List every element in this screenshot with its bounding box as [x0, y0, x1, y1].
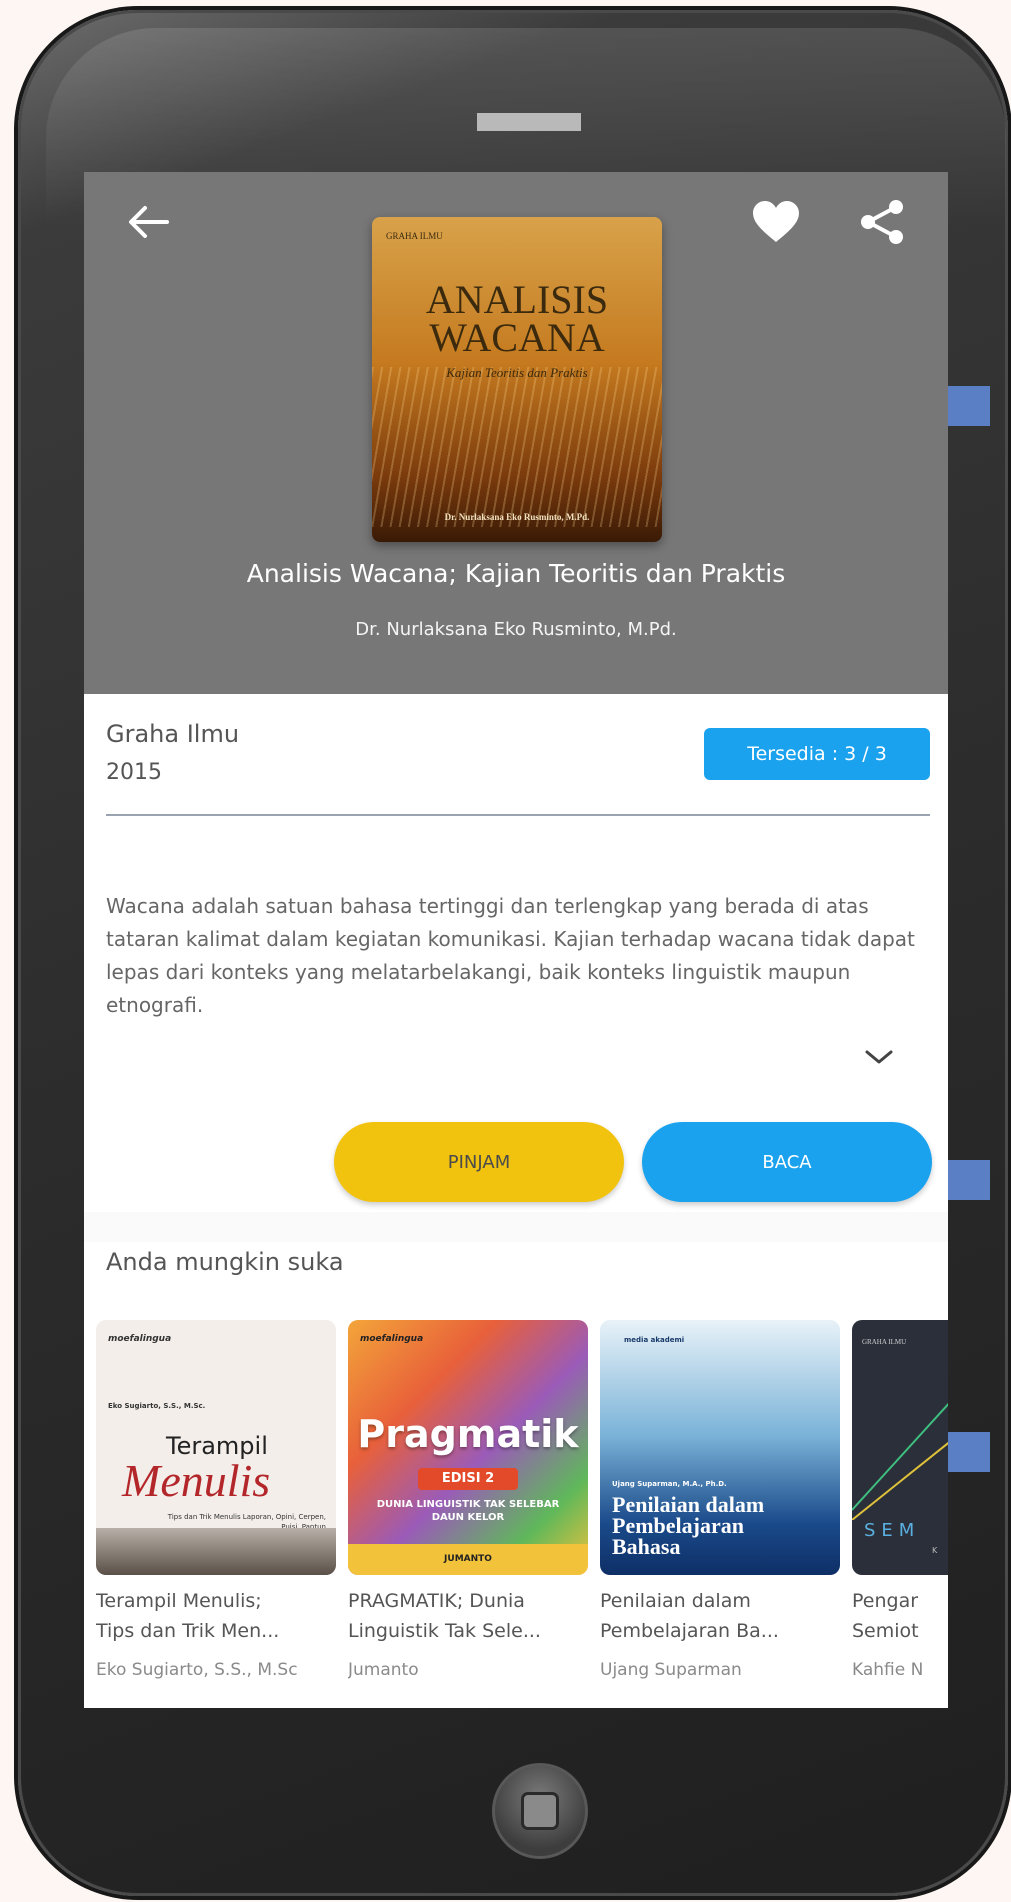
cover-title: Menulis [122, 1455, 271, 1506]
recommendation-cover: moefalingua Pragmatik EDISI 2 DUNIA LING… [348, 1320, 588, 1575]
cover-title: ANALISIS WACANA [372, 277, 662, 360]
recommendation-title: Pembelajaran Ba... [600, 1620, 779, 1642]
cover-publisher: GRAHA ILMU [386, 231, 443, 241]
recommendation-title: Penilaian dalam [600, 1590, 751, 1612]
recommendation-cover: moefalingua Eko Sugiarto, S.S., M.Sc. Te… [96, 1320, 336, 1575]
cover-edition-badge: EDISI 2 [418, 1468, 518, 1490]
recommendation-card[interactable]: moefalingua Pragmatik EDISI 2 DUNIA LING… [348, 1320, 588, 1708]
cover-title-line1: ANALISIS [425, 277, 609, 322]
recommendation-title: PRAGMATIK; Dunia [348, 1590, 525, 1612]
book-header: GRAHA ILMU ANALISIS WACANA Kajian Teorit… [84, 172, 948, 694]
recommendation-title: Tips dan Trik Men... [96, 1620, 280, 1642]
cover-subtitle: Kajian Teoritis dan Praktis [446, 365, 588, 380]
back-button[interactable] [120, 194, 176, 250]
cover-author: Dr. Nurlaksana Eko Rusminto, M.Pd. [444, 512, 590, 522]
home-square-icon [521, 1792, 559, 1830]
cover-author: Ujang Suparman, M.A., Ph.D. [612, 1480, 727, 1488]
recommendation-title: Pengar [852, 1590, 919, 1612]
chevron-down-icon [865, 1050, 893, 1064]
book-cover: GRAHA ILMU ANALISIS WACANA Kajian Teorit… [372, 217, 662, 542]
section-gap [84, 1212, 948, 1242]
share-icon [861, 200, 903, 244]
recommendation-author: Jumanto [348, 1660, 419, 1680]
cover-title-line2: WACANA [429, 315, 605, 360]
cover-typewriter-image [96, 1528, 336, 1575]
recommendation-card[interactable]: media akademi Ujang Suparman, M.A., Ph.D… [600, 1320, 840, 1708]
cover-subtitle: K [932, 1546, 938, 1555]
heart-icon [753, 201, 799, 242]
book-year: 2015 [106, 760, 162, 785]
cover-title: Pragmatik [357, 1412, 579, 1456]
recommendation-title: Semiot [852, 1620, 919, 1642]
expand-description-button[interactable] [859, 1042, 899, 1072]
home-button[interactable] [492, 1763, 588, 1859]
recommendations-heading: Anda mungkin suka [106, 1248, 344, 1276]
info-divider [106, 814, 930, 816]
book-description: Wacana adalah satuan bahasa tertinggi da… [106, 894, 915, 1017]
book-author: Dr. Nurlaksana Eko Rusminto, M.Pd. [355, 619, 677, 640]
cover-line-graphic [852, 1402, 948, 1520]
recommendation-author: Ujang Suparman [600, 1660, 742, 1680]
cover-rays [372, 367, 662, 527]
cover-publisher: moefalingua [360, 1334, 424, 1344]
recommendation-card[interactable]: moefalingua Eko Sugiarto, S.S., M.Sc. Te… [96, 1320, 336, 1708]
book-title: Analisis Wacana; Kajian Teoritis dan Pra… [246, 559, 786, 588]
share-button[interactable] [854, 194, 910, 250]
recommendation-cover: GRAHA ILMU SEM K [852, 1320, 948, 1575]
side-marker [947, 386, 990, 426]
cover-title: SEM [864, 1520, 921, 1541]
borrow-button[interactable]: PINJAM [334, 1122, 624, 1202]
cover-publisher: GRAHA ILMU [862, 1338, 907, 1346]
recommendation-card[interactable]: GRAHA ILMU SEM K Pengar Semiot Kahfie N [852, 1320, 948, 1708]
recommendation-author: Kahfie N [852, 1660, 924, 1680]
arrow-left-icon [129, 206, 169, 238]
book-publisher: Graha Ilmu [106, 720, 240, 748]
side-marker [947, 1160, 990, 1200]
cover-title: Penilaian dalam Pembelajaran Bahasa [612, 1492, 765, 1559]
recommendations-list: moefalingua Eko Sugiarto, S.S., M.Sc. Te… [96, 1320, 948, 1708]
recommendation-author: Eko Sugiarto, S.S., M.Sc [96, 1660, 298, 1680]
cover-author: JUMANTO [348, 1544, 588, 1575]
phone-speaker [477, 113, 581, 131]
cover-subtitle: DUNIA LINGUISTIK TAK SELEBAR DAUN KELOR [376, 1499, 560, 1523]
cover-author: Eko Sugiarto, S.S., M.Sc. [108, 1402, 206, 1410]
cover-publisher: media akademi [624, 1336, 685, 1344]
favorite-button[interactable] [748, 194, 804, 250]
recommendation-title: Linguistik Tak Sele... [348, 1620, 541, 1642]
cover-publisher: moefalingua [108, 1334, 172, 1344]
app-screen: GRAHA ILMU ANALISIS WACANA Kajian Teorit… [84, 172, 948, 1708]
availability-badge: Tersedia : 3 / 3 [704, 728, 930, 780]
recommendation-cover: media akademi Ujang Suparman, M.A., Ph.D… [600, 1320, 840, 1575]
recommendation-title: Terampil Menulis; [96, 1590, 262, 1612]
read-button[interactable]: BACA [642, 1122, 932, 1202]
